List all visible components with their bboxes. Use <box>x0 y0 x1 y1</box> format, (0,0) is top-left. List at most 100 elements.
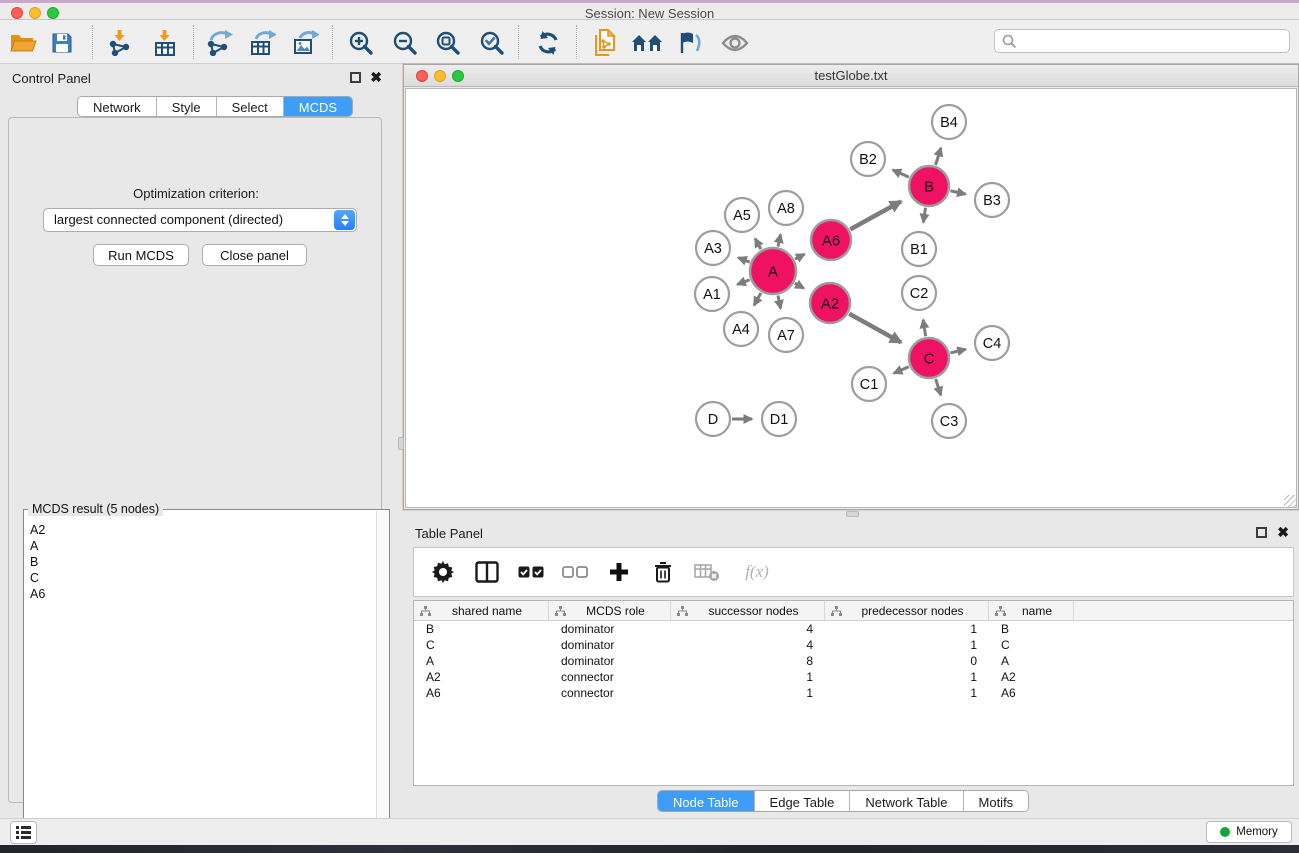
select-all-button[interactable] <box>516 557 546 587</box>
node-B1[interactable]: B1 <box>902 232 936 266</box>
result-item[interactable]: A6 <box>30 586 375 602</box>
tab-node-table[interactable]: Node Table <box>658 791 755 812</box>
edge-C-C2[interactable] <box>923 320 926 337</box>
column-header-predecessor-nodes[interactable]: predecessor nodes <box>825 601 989 620</box>
zoom-fit-button[interactable] <box>431 26 465 60</box>
zoom-in-button[interactable] <box>344 26 378 60</box>
table-row[interactable]: A6connector11A6 <box>414 685 1293 701</box>
table-row[interactable]: A2connector11A2 <box>414 669 1293 685</box>
edge-C-C4[interactable] <box>950 349 965 353</box>
edge-A-A4[interactable] <box>754 293 761 305</box>
edge-A-A5[interactable] <box>755 239 761 250</box>
edge-A-A8[interactable] <box>778 234 780 246</box>
edge-C-C3[interactable] <box>936 379 941 395</box>
column-header-successor-nodes[interactable]: successor nodes <box>671 601 825 620</box>
edge-A-A1[interactable] <box>737 280 749 285</box>
tab-network[interactable]: Network <box>78 97 157 117</box>
result-scrollbar[interactable] <box>376 511 389 849</box>
edge-A-A7[interactable] <box>778 295 781 308</box>
import-table-button[interactable] <box>148 26 182 60</box>
node-B2[interactable]: B2 <box>851 142 885 176</box>
close-panel-button[interactable]: Close panel <box>202 244 307 266</box>
node-table[interactable]: shared nameMCDS rolesuccessor nodesprede… <box>413 600 1294 786</box>
edge-B-B1[interactable] <box>923 208 925 223</box>
tab-mcds[interactable]: MCDS <box>284 97 352 117</box>
close-panel-icon[interactable]: ✖ <box>370 72 382 83</box>
import-network-button[interactable] <box>103 26 137 60</box>
function-builder-button[interactable]: f(x) <box>736 557 778 587</box>
export-image-button[interactable] <box>288 26 322 60</box>
edge-B-B2[interactable] <box>893 170 909 177</box>
result-item[interactable]: A2 <box>30 522 375 538</box>
node-B[interactable]: B <box>909 166 949 206</box>
node-D1[interactable]: D1 <box>762 402 796 436</box>
node-A[interactable]: A <box>750 248 796 294</box>
resize-grip[interactable] <box>1284 495 1297 508</box>
save-session-button[interactable] <box>45 26 79 60</box>
node-A1[interactable]: A1 <box>695 277 729 311</box>
float-panel-icon[interactable] <box>350 72 361 83</box>
split-divider-handle[interactable] <box>398 437 404 450</box>
split-divider-handle[interactable] <box>846 511 859 517</box>
edge-A2-C[interactable] <box>849 314 901 343</box>
node-D[interactable]: D <box>696 402 730 436</box>
add-column-button[interactable] <box>604 557 634 587</box>
tab-network-table[interactable]: Network Table <box>850 791 963 812</box>
export-network-button[interactable] <box>202 26 236 60</box>
node-C4[interactable]: C4 <box>975 326 1009 360</box>
node-A4[interactable]: A4 <box>724 312 758 346</box>
node-B3[interactable]: B3 <box>975 183 1009 217</box>
open-file-button[interactable] <box>6 26 40 60</box>
result-item[interactable]: C <box>30 570 375 586</box>
result-item[interactable]: A <box>30 538 375 554</box>
edge-A6-B[interactable] <box>850 201 901 229</box>
zoom-out-button[interactable] <box>388 26 422 60</box>
column-panel-button[interactable] <box>472 557 502 587</box>
node-A3[interactable]: A3 <box>696 231 730 265</box>
edge-B-B4[interactable] <box>936 148 941 165</box>
float-table-panel-icon[interactable] <box>1256 527 1267 538</box>
show-hide-view-button[interactable] <box>718 26 752 60</box>
close-table-panel-icon[interactable]: ✖ <box>1277 527 1289 538</box>
column-header-MCDS-role[interactable]: MCDS role <box>549 601 671 620</box>
network-window-titlebar[interactable]: testGlobe.txt <box>404 65 1298 87</box>
table-row[interactable]: Adominator80A <box>414 653 1293 669</box>
node-C[interactable]: C <box>909 338 949 378</box>
node-C2[interactable]: C2 <box>902 276 936 310</box>
memory-button[interactable]: Memory <box>1206 821 1292 843</box>
node-C3[interactable]: C3 <box>932 404 966 438</box>
task-history-button[interactable] <box>10 821 37 844</box>
column-header-name[interactable]: name <box>989 601 1074 620</box>
node-A7[interactable]: A7 <box>769 318 803 352</box>
tab-motifs[interactable]: Motifs <box>964 791 1029 812</box>
edge-A-A2[interactable] <box>795 283 804 288</box>
column-header-shared-name[interactable]: shared name <box>414 601 549 620</box>
toolbar-search-input[interactable] <box>994 29 1290 53</box>
table-row[interactable]: Bdominator41B <box>414 621 1293 637</box>
node-C1[interactable]: C1 <box>852 367 886 401</box>
criterion-select[interactable]: largest connected component (directed) <box>43 208 357 232</box>
delete-table-button[interactable] <box>692 557 722 587</box>
table-row[interactable]: Cdominator41C <box>414 637 1293 653</box>
node-A8[interactable]: A8 <box>769 191 803 225</box>
export-table-button[interactable] <box>245 26 279 60</box>
tab-style[interactable]: Style <box>157 97 217 117</box>
zoom-selected-button[interactable] <box>475 26 509 60</box>
edge-A-A3[interactable] <box>738 258 749 262</box>
node-A5[interactable]: A5 <box>725 198 759 232</box>
edge-C-C1[interactable] <box>894 367 909 374</box>
run-mcds-button[interactable]: Run MCDS <box>93 244 189 266</box>
edge-A-A6[interactable] <box>795 254 804 259</box>
edge-B-B3[interactable] <box>950 191 965 194</box>
node-A6[interactable]: A6 <box>811 220 851 260</box>
node-B4[interactable]: B4 <box>932 105 966 139</box>
toggle-graphics-details-button[interactable] <box>673 26 707 60</box>
deselect-all-button[interactable] <box>560 557 590 587</box>
refresh-layout-button[interactable] <box>531 26 565 60</box>
new-network-from-file-button[interactable] <box>588 26 622 60</box>
tab-edge-table[interactable]: Edge Table <box>755 791 851 812</box>
home-layouts-button[interactable] <box>630 26 664 60</box>
delete-column-button[interactable] <box>648 557 678 587</box>
network-canvas[interactable]: B4B2BB3A8A5A6A3B1AA1C2A2A4A7C4CC1C3DD1 <box>405 88 1297 508</box>
tab-select[interactable]: Select <box>217 97 284 117</box>
